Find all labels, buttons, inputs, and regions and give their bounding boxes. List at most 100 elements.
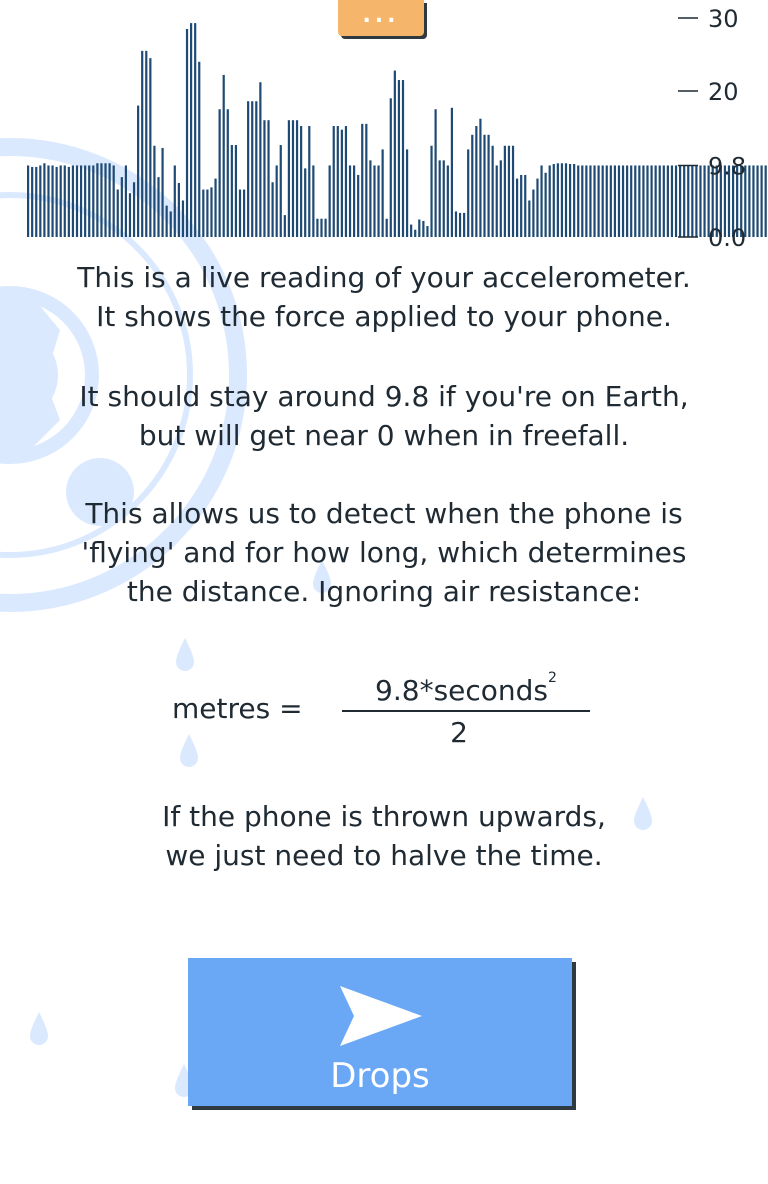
accel-bar bbox=[389, 98, 392, 237]
accel-bar bbox=[670, 165, 674, 237]
accel-bar bbox=[405, 149, 409, 237]
accel-bar bbox=[222, 74, 225, 237]
accel-bar bbox=[381, 149, 384, 237]
accel-bar bbox=[699, 165, 702, 237]
accel-bar bbox=[55, 166, 58, 237]
accel-bar bbox=[626, 165, 629, 237]
accel-bar bbox=[128, 193, 132, 237]
accel-bar bbox=[540, 165, 543, 237]
text-line: It should stay around 9.8 if you're on E… bbox=[79, 380, 689, 413]
accel-bar bbox=[59, 165, 62, 237]
accel-bar bbox=[597, 165, 600, 237]
accel-bar bbox=[666, 165, 669, 237]
y-tick-label: 20 bbox=[708, 78, 739, 106]
accel-bar bbox=[401, 80, 405, 237]
accel-bar bbox=[120, 177, 123, 237]
accel-bar bbox=[630, 165, 633, 237]
accel-bar bbox=[617, 165, 621, 237]
accel-bar bbox=[230, 145, 233, 237]
accel-bar bbox=[695, 165, 698, 237]
accel-bar bbox=[471, 134, 474, 237]
accel-bar bbox=[218, 109, 221, 237]
accel-bar bbox=[752, 165, 755, 237]
accel-bar bbox=[336, 126, 339, 237]
formula-denominator: 2 bbox=[450, 716, 468, 749]
accel-bar bbox=[361, 123, 364, 237]
accel-bar bbox=[674, 165, 678, 237]
accel-bar bbox=[214, 178, 217, 237]
accel-bar bbox=[467, 149, 470, 237]
accel-bar bbox=[410, 224, 413, 237]
accel-bar bbox=[560, 163, 564, 237]
thrown-upwards-note: If the phone is thrown upwards, we just … bbox=[0, 797, 768, 875]
accel-bar bbox=[108, 163, 111, 237]
accel-bar bbox=[658, 165, 661, 237]
accelerometer-chart: 30 20 9.8 0.0 bbox=[27, 5, 767, 250]
accel-bar bbox=[210, 187, 213, 237]
accel-bar bbox=[287, 120, 290, 237]
accel-bar bbox=[393, 70, 396, 237]
accel-bar bbox=[137, 105, 140, 237]
accel-bar bbox=[397, 80, 401, 237]
accel-bar bbox=[263, 120, 266, 237]
formula-numerator: 9.8*seconds2 bbox=[342, 670, 590, 707]
accel-bar bbox=[267, 120, 270, 237]
accel-bar bbox=[332, 126, 335, 237]
accel-bar bbox=[491, 145, 494, 237]
fraction-bar bbox=[342, 710, 590, 712]
accel-bar bbox=[157, 177, 160, 237]
formula-lhs: metres = bbox=[172, 692, 303, 725]
accel-bar bbox=[483, 134, 486, 237]
accel-bar bbox=[291, 120, 295, 237]
accel-bar bbox=[145, 50, 148, 237]
drops-button-label: Drops bbox=[330, 1056, 430, 1096]
explanation-paragraph-1: This is a live reading of your accelerom… bbox=[0, 258, 768, 336]
distance-formula: metres = 9.8*seconds2 2 bbox=[0, 670, 768, 762]
accel-bar bbox=[271, 182, 274, 237]
accel-bar bbox=[577, 165, 580, 237]
accel-bar bbox=[548, 165, 551, 237]
accel-bar bbox=[503, 145, 506, 237]
accel-bar bbox=[141, 50, 144, 237]
accel-bar bbox=[475, 126, 478, 237]
accel-bar bbox=[312, 165, 315, 237]
accel-bar bbox=[605, 165, 608, 237]
accel-bar bbox=[377, 165, 380, 237]
accel-bar bbox=[601, 165, 604, 237]
accel-bar bbox=[568, 164, 572, 237]
accel-bar bbox=[324, 218, 327, 237]
accel-bar bbox=[556, 163, 559, 237]
accel-bar bbox=[177, 182, 180, 237]
accel-bar bbox=[238, 189, 242, 237]
accel-bar bbox=[642, 165, 645, 237]
accel-bar bbox=[679, 165, 682, 237]
text-line: If the phone is thrown upwards, bbox=[162, 800, 606, 833]
accel-bar bbox=[683, 165, 686, 237]
accel-bar bbox=[430, 145, 433, 237]
accel-bar bbox=[756, 165, 759, 237]
accel-bar bbox=[385, 218, 388, 237]
accel-bar bbox=[75, 165, 79, 237]
accel-bar bbox=[426, 226, 429, 237]
accel-bar bbox=[357, 174, 360, 237]
accel-bar bbox=[165, 205, 168, 237]
accel-bar bbox=[234, 145, 238, 237]
accel-bar bbox=[463, 212, 466, 237]
accel-bar bbox=[609, 165, 612, 237]
accel-bar bbox=[544, 172, 547, 237]
accel-bar bbox=[304, 168, 307, 237]
text-line: the distance. Ignoring air resistance: bbox=[126, 575, 642, 608]
accel-bar bbox=[255, 101, 258, 237]
numerator-text: 9.8*seconds bbox=[375, 674, 549, 707]
drops-button[interactable]: Drops bbox=[188, 958, 572, 1106]
y-tick-label: 30 bbox=[708, 5, 739, 33]
chart-bars bbox=[27, 23, 767, 238]
accel-bar bbox=[153, 145, 156, 237]
accel-bar bbox=[279, 145, 282, 237]
accel-bar bbox=[507, 145, 511, 237]
accel-bar bbox=[344, 126, 348, 237]
accel-bar bbox=[446, 165, 449, 237]
accel-bar bbox=[536, 178, 539, 237]
accel-bar bbox=[308, 126, 311, 237]
menu-button[interactable]: ... bbox=[338, 0, 424, 36]
